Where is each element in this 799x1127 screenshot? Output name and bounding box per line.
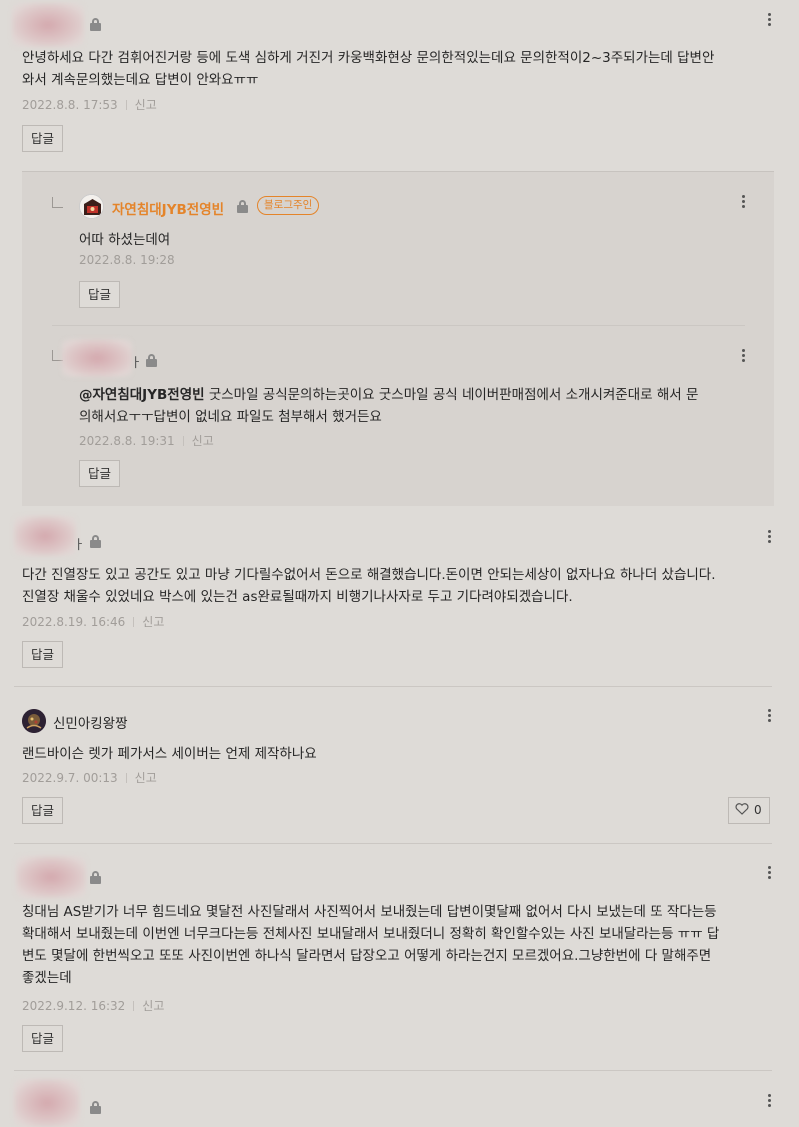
reply-button[interactable]: 답글 [79,281,121,308]
comment-date: 2022.8.8. 19:28 [79,253,175,267]
reply-button[interactable]: 답글 [79,460,121,487]
more-vertical-icon[interactable] [742,195,746,209]
comment-text-line: 와서 계속문의했는데요 답변이 안와요ㅠㅠ [22,72,259,88]
reply-button[interactable]: 답글 [22,125,64,152]
lock-icon [146,354,157,367]
author-avatar-blurred[interactable] [12,3,84,47]
comment-text-line: 칭대님 AS받기가 너무 힘드네요 몇달전 사진달래서 사진찍어서 보내줬는데 … [22,904,717,920]
author-name-suffix: ㅏ [73,538,85,553]
comment-5: 신민아킹왕짱 랜드바이슨 렛가 페가서스 세이버는 언제 제작하나요 2022.… [0,687,799,843]
comment-date: 2022.8.19. 16:46 [22,615,126,629]
lock-icon [237,200,248,213]
like-count: 0 [754,803,762,817]
mention-link[interactable]: @자연침대JYB전영빈 [79,387,205,403]
more-vertical-icon[interactable] [768,866,772,880]
like-button[interactable]: 0 [728,797,770,824]
heart-icon [735,803,749,815]
comment-text-line: 좋겠는데 [22,970,72,986]
comment-6: 칭대님 AS받기가 너무 힘드네요 몇달전 사진달래서 사진찍어서 보내줬는데 … [0,844,799,1070]
comment-text-line: 굿스마일 공식문의하는곳이요 굿스마일 공식 네이버판매점에서 소개시켜준대로 … [204,387,699,403]
reply-owner: 자연침대JYB전영빈 블로그주인 어따 하셨는데여 2022.8.8. 19:2… [0,171,799,321]
comment-text-line: 안녕하세요 다간 검휘어진거랑 등에 도색 심하게 거진거 카웅백화현상 문의한… [22,50,715,66]
comment-text-line: 진열장 채울수 있었네요 박스에 있는건 as완료될때까지 비행기나사자로 두고… [22,589,573,605]
comment-date: 2022.9.7. 00:13 [22,771,118,785]
reply-button[interactable]: 답글 [22,641,64,668]
comment-4: ㅏ 다간 진열장도 있고 공간도 있고 마냥 기다릴수없어서 돈으로 해결했습니… [0,506,799,686]
comment-text-line: 의해서요ㅜㅜ답변이 없네요 파일도 첨부해서 했거든요 [79,409,382,425]
author-avatar-blurred[interactable] [16,856,86,898]
author-avatar-blurred[interactable] [14,516,76,556]
reply-button[interactable]: 답글 [22,1025,64,1052]
more-vertical-icon[interactable] [768,13,772,27]
report-link[interactable]: 신고 [135,771,157,785]
author-avatar[interactable] [79,194,104,219]
more-vertical-icon[interactable] [768,530,772,544]
comment-text-line: 변도 몇달에 한번씩오고 또또 사진이번엔 하나식 달라면서 답장오고 어떻게 … [22,948,712,964]
report-link[interactable]: 신고 [142,999,164,1013]
report-link[interactable]: 신고 [192,434,214,448]
more-vertical-icon[interactable] [742,349,746,363]
author-name[interactable]: 자연침대JYB전영빈 [112,198,224,218]
report-link[interactable]: 신고 [135,98,157,112]
lock-icon [90,1101,101,1114]
comment-text-line: 다간 진열장도 있고 공간도 있고 마냥 기다릴수없어서 돈으로 해결했습니다.… [22,567,716,583]
comment-text: 어따 하셨는데여 [79,232,171,248]
comment-text: 랜드바이슨 렛가 페가서스 세이버는 언제 제작하나요 [22,746,317,762]
reply-arrow-icon [52,197,63,208]
comment-7 [0,1071,799,1127]
reply-2: ㅏ @자연침대JYB전영빈 굿스마일 공식문의하는곳이요 굿스마일 공식 네이버… [0,330,799,506]
owner-badge: 블로그주인 [257,196,320,215]
author-avatar-blurred[interactable] [62,339,132,377]
comment-date: 2022.9.12. 16:32 [22,999,126,1013]
report-link[interactable]: 신고 [142,615,164,629]
comment-date: 2022.8.8. 17:53 [22,98,118,112]
comment-date: 2022.8.8. 19:31 [79,434,175,448]
comment-text-line: 확대해서 보내줬는데 이번엔 너무크다는등 전체사진 보내달래서 보내줬더니 정… [22,926,720,942]
author-name-suffix: ㅏ [130,356,142,371]
reply-button[interactable]: 답글 [22,797,64,824]
author-avatar-blurred[interactable] [14,1079,80,1127]
lock-icon [90,871,101,884]
more-vertical-icon[interactable] [768,709,772,723]
author-avatar[interactable] [22,709,46,733]
lock-icon [90,18,101,31]
comment-1: 안녕하세요 다간 검휘어진거랑 등에 도색 심하게 거진거 카웅백화현상 문의한… [0,0,799,171]
more-vertical-icon[interactable] [768,1094,772,1108]
divider [52,325,745,326]
lock-icon [90,535,101,548]
author-name[interactable]: 신민아킹왕짱 [53,712,128,732]
